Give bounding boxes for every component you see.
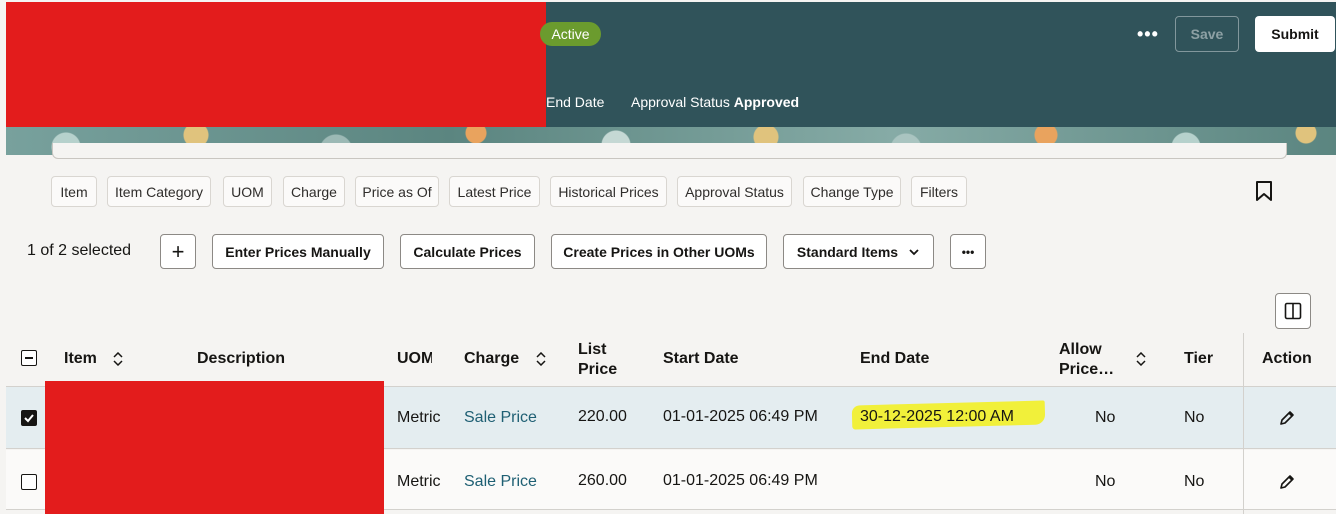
row-charge-link[interactable]: Sale Price — [464, 409, 537, 427]
column-header-item-label: Item — [64, 350, 97, 367]
row-end-date: 30-12-2025 12:00 AM — [860, 408, 1014, 425]
row-checkbox[interactable] — [21, 410, 37, 426]
filter-chip-item-category[interactable]: Item Category — [107, 176, 211, 207]
row-tier: No — [1184, 473, 1205, 490]
checkmark-icon — [24, 414, 34, 423]
action-column-divider — [1243, 333, 1244, 514]
standard-items-dropdown[interactable]: Standard Items — [783, 234, 934, 269]
filter-chip-historical-prices[interactable]: Historical Prices — [550, 176, 667, 207]
column-header-list-price-line2: Price — [578, 361, 618, 378]
row-list-price: 220.00 — [578, 408, 627, 425]
add-row-button[interactable]: + — [160, 234, 196, 269]
row-uom: Metric — [397, 473, 441, 490]
sort-icon[interactable] — [113, 351, 123, 366]
row-uom: Metric — [397, 409, 441, 426]
bookmark-icon[interactable] — [1254, 180, 1274, 202]
sort-icon[interactable] — [536, 351, 546, 366]
approval-status-value: Approved — [733, 94, 800, 110]
column-header-allow-price-line1: Allow — [1059, 341, 1102, 358]
column-header-end-date: End Date — [860, 350, 930, 367]
page: Active ••• Save Submit End Date Approval… — [0, 0, 1336, 514]
save-button[interactable]: Save — [1175, 16, 1239, 52]
pencil-icon[interactable] — [1278, 473, 1296, 491]
chevron-down-icon — [909, 248, 919, 255]
column-header-list-price: List Price — [578, 340, 617, 380]
filter-chip-charge[interactable]: Charge — [283, 176, 345, 207]
submit-button[interactable]: Submit — [1255, 16, 1335, 52]
column-header-allow-price: Allow Price… — [1059, 340, 1114, 380]
header-end-date-label: End Date — [546, 94, 605, 110]
column-header-uom: UOM — [397, 350, 432, 367]
selection-count: 1 of 2 selected — [27, 242, 132, 259]
filter-chip-item[interactable]: Item — [51, 176, 97, 207]
toolbar-more-button[interactable]: ••• — [950, 234, 986, 269]
row-start-date: 01-01-2025 06:49 PM — [663, 408, 818, 425]
pencil-icon[interactable] — [1278, 409, 1296, 427]
standard-items-label: Standard Items — [796, 243, 899, 260]
content-card-edge — [52, 143, 1287, 159]
column-header-item[interactable]: Item — [64, 350, 123, 368]
row-allow-price: No — [1095, 409, 1116, 426]
filter-chip-price-as-of[interactable]: Price as Of — [355, 176, 439, 207]
column-header-description: Description — [197, 350, 286, 367]
row-allow-price: No — [1095, 473, 1116, 490]
create-prices-other-uoms-button[interactable]: Create Prices in Other UOMs — [551, 234, 767, 269]
enter-prices-manually-button[interactable]: Enter Prices Manually — [212, 234, 384, 269]
filter-chip-latest-price[interactable]: Latest Price — [449, 176, 540, 207]
column-header-allow-price-line2: Price… — [1059, 361, 1115, 378]
column-header-start-date: Start Date — [663, 350, 739, 367]
row-start-date: 01-01-2025 06:49 PM — [663, 472, 818, 489]
row-charge-link[interactable]: Sale Price — [464, 473, 537, 491]
redacted-item-description — [45, 381, 384, 514]
filter-chip-approval-status[interactable]: Approval Status — [677, 176, 792, 207]
row-tier: No — [1184, 409, 1205, 426]
row-checkbox[interactable] — [21, 474, 37, 490]
calculate-prices-button[interactable]: Calculate Prices — [400, 234, 535, 269]
column-layout-button[interactable] — [1275, 293, 1311, 329]
column-header-tier: Tier — [1184, 350, 1214, 367]
sort-icon[interactable] — [1136, 352, 1146, 366]
redacted-title-area — [6, 2, 546, 127]
header-approval-status: Approval Status Approved — [631, 94, 799, 110]
header-more-button[interactable]: ••• — [1137, 24, 1158, 44]
column-header-charge[interactable]: Charge — [464, 350, 546, 368]
row-list-price: 260.00 — [578, 472, 627, 489]
status-badge: Active — [540, 22, 601, 46]
filter-chip-change-type[interactable]: Change Type — [803, 176, 901, 207]
approval-status-label: Approval Status — [631, 94, 730, 110]
select-all-checkbox[interactable] — [21, 350, 37, 366]
column-layout-icon — [1284, 302, 1302, 320]
column-header-action: Action — [1262, 350, 1312, 367]
column-header-charge-label: Charge — [464, 350, 520, 367]
column-header-list-price-line1: List — [578, 341, 607, 358]
filter-chip-filters[interactable]: Filters — [911, 176, 967, 207]
filter-chip-uom[interactable]: UOM — [223, 176, 272, 207]
